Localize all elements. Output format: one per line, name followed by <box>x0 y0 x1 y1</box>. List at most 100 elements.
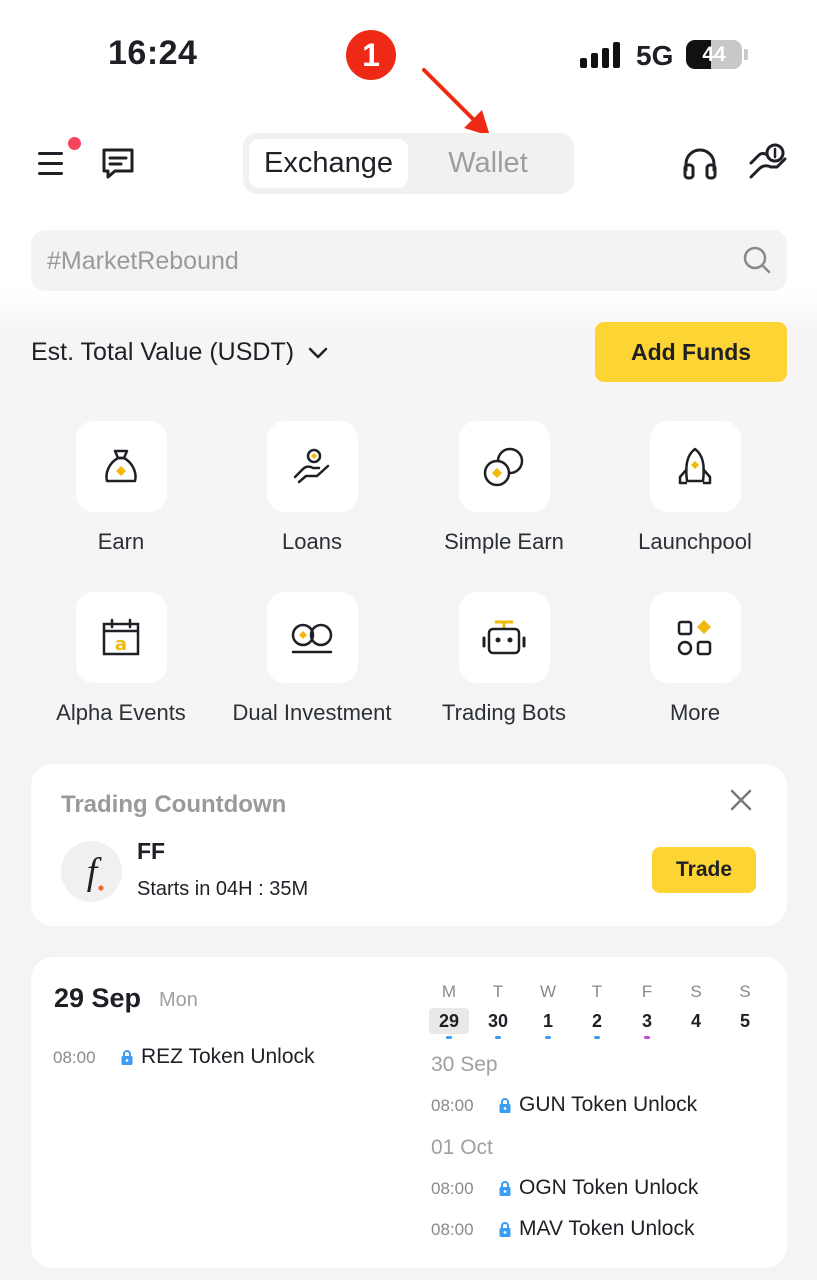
shortcut-label: Simple Earn <box>444 529 564 554</box>
shortcut-label: Loans <box>282 529 342 554</box>
hand-coin-icon <box>749 143 787 179</box>
rocket-icon <box>678 447 712 484</box>
weekday-letter: F <box>641 982 653 1001</box>
countdown-timer: Starts in 04H : 35M <box>137 878 308 901</box>
event-time: 08:00 <box>53 1048 96 1067</box>
signal-icon <box>580 42 620 68</box>
messages-button[interactable] <box>98 144 138 184</box>
shortcut-tile <box>649 592 741 683</box>
support-button[interactable] <box>678 144 722 184</box>
close-icon[interactable] <box>729 788 753 812</box>
week-day-sun[interactable]: S 5 <box>725 982 765 1039</box>
chevron-down-icon <box>308 347 328 358</box>
total-value-label: Est. Total Value (USDT) <box>31 338 295 366</box>
day-number: 29 <box>429 1008 469 1034</box>
search-bar[interactable]: #MarketRebound <box>31 230 787 291</box>
shortcut-loans[interactable]: Loans <box>217 421 407 555</box>
shortcut-more[interactable]: More <box>600 592 790 726</box>
menu-button[interactable] <box>30 144 70 184</box>
tab-wallet[interactable]: Wallet <box>408 139 568 188</box>
coins-icon <box>483 447 524 486</box>
shortcut-tile <box>458 592 550 683</box>
annotation-arrow-icon <box>422 68 490 136</box>
day-number: 5 <box>739 1011 750 1031</box>
event-name[interactable]: GUN Token Unlock <box>519 1093 697 1117</box>
shortcut-dual-investment[interactable]: Dual Investment <box>217 592 407 726</box>
calendar-icon: a <box>102 618 140 655</box>
search-placeholder: #MarketRebound <box>47 247 239 275</box>
event-dot <box>594 1036 600 1039</box>
weekday-letter: S <box>690 982 702 1001</box>
weekday-letter: S <box>739 982 751 1001</box>
event-dot <box>693 1036 699 1039</box>
grid-more-icon <box>677 619 712 655</box>
shortcut-tile <box>458 421 550 512</box>
week-day-sat[interactable]: S 4 <box>676 982 716 1039</box>
shortcut-earn[interactable]: Earn <box>26 421 216 555</box>
add-funds-button[interactable]: Add Funds <box>595 322 787 382</box>
token-name: FF <box>137 838 166 864</box>
event-time: 08:00 <box>431 1179 474 1198</box>
rewards-button[interactable] <box>746 140 790 184</box>
event-time: 08:00 <box>431 1220 474 1239</box>
shortcut-tile <box>649 421 741 512</box>
weekday-letter: M <box>441 982 457 1001</box>
trading-countdown-card: Trading Countdown f FF Starts in 04H : 3… <box>31 764 787 926</box>
shortcut-label: Earn <box>97 529 145 554</box>
event-dot <box>446 1036 452 1039</box>
week-day-fri[interactable]: F 3 <box>627 982 667 1039</box>
event-name[interactable]: MAV Token Unlock <box>519 1217 694 1241</box>
money-bag-icon <box>105 449 137 482</box>
upcoming-date: 01 Oct <box>431 1136 493 1159</box>
token-logo: f <box>61 841 122 902</box>
weekday-letter: T <box>591 982 603 1001</box>
event-time: 08:00 <box>431 1096 474 1115</box>
menu-icon <box>38 152 63 175</box>
day-number: 3 <box>641 1011 652 1031</box>
selected-date: 29 Sep <box>54 983 142 1013</box>
shortcut-trading-bots[interactable]: Trading Bots <box>409 592 599 726</box>
event-dot <box>495 1036 501 1039</box>
event-dot <box>644 1036 650 1039</box>
chat-icon <box>102 148 134 179</box>
notification-dot <box>68 137 81 150</box>
shortcut-label: More <box>669 700 721 725</box>
svg-text:a: a <box>115 634 127 655</box>
lock-icon <box>499 1222 511 1237</box>
robot-icon <box>482 620 526 654</box>
week-day-tue[interactable]: T 30 <box>478 982 518 1039</box>
network-type: 5G <box>636 40 674 71</box>
shortcut-simple-earn[interactable]: Simple Earn <box>409 421 599 555</box>
battery-percent: 44 <box>702 42 726 66</box>
shortcut-launchpool[interactable]: Launchpool <box>600 421 790 555</box>
countdown-title: Trading Countdown <box>61 791 287 818</box>
shortcut-tile <box>266 421 358 512</box>
event-name[interactable]: REZ Token Unlock <box>141 1045 315 1069</box>
tab-exchange[interactable]: Exchange <box>249 139 408 188</box>
week-day-wed[interactable]: W 1 <box>528 982 568 1039</box>
starts-in-label: Starts in <box>137 878 211 900</box>
headset-icon <box>683 148 717 180</box>
event-dot <box>545 1036 551 1039</box>
shortcut-tile <box>266 592 358 683</box>
week-day-thu[interactable]: T 2 <box>577 982 617 1039</box>
event-name[interactable]: OGN Token Unlock <box>519 1176 698 1200</box>
trade-button[interactable]: Trade <box>652 847 756 893</box>
upcoming-date: 30 Sep <box>431 1053 498 1076</box>
day-number: 2 <box>591 1011 602 1031</box>
starts-in-value: 04H : 35M <box>215 878 309 900</box>
shortcut-tile <box>75 421 167 512</box>
total-value-selector[interactable]: Est. Total Value (USDT) <box>31 338 328 367</box>
week-day-mon[interactable]: M 29 <box>429 982 469 1039</box>
lock-icon <box>121 1050 133 1065</box>
day-number: 4 <box>690 1011 701 1031</box>
hand-coin-icon <box>293 448 330 483</box>
shortcut-label: Launchpool <box>638 529 752 554</box>
ff-logo-icon: f <box>86 851 104 893</box>
shortcut-alpha-events[interactable]: a Alpha Events <box>26 592 216 726</box>
battery-tip <box>744 49 748 60</box>
search-icon[interactable] <box>741 244 773 276</box>
shortcut-label: Dual Investment <box>232 700 392 725</box>
shortcut-label: Trading Bots <box>442 700 566 725</box>
token-calendar-card: 29 Sep Mon 08:00 REZ Token Unlock M 29 T… <box>31 957 787 1268</box>
